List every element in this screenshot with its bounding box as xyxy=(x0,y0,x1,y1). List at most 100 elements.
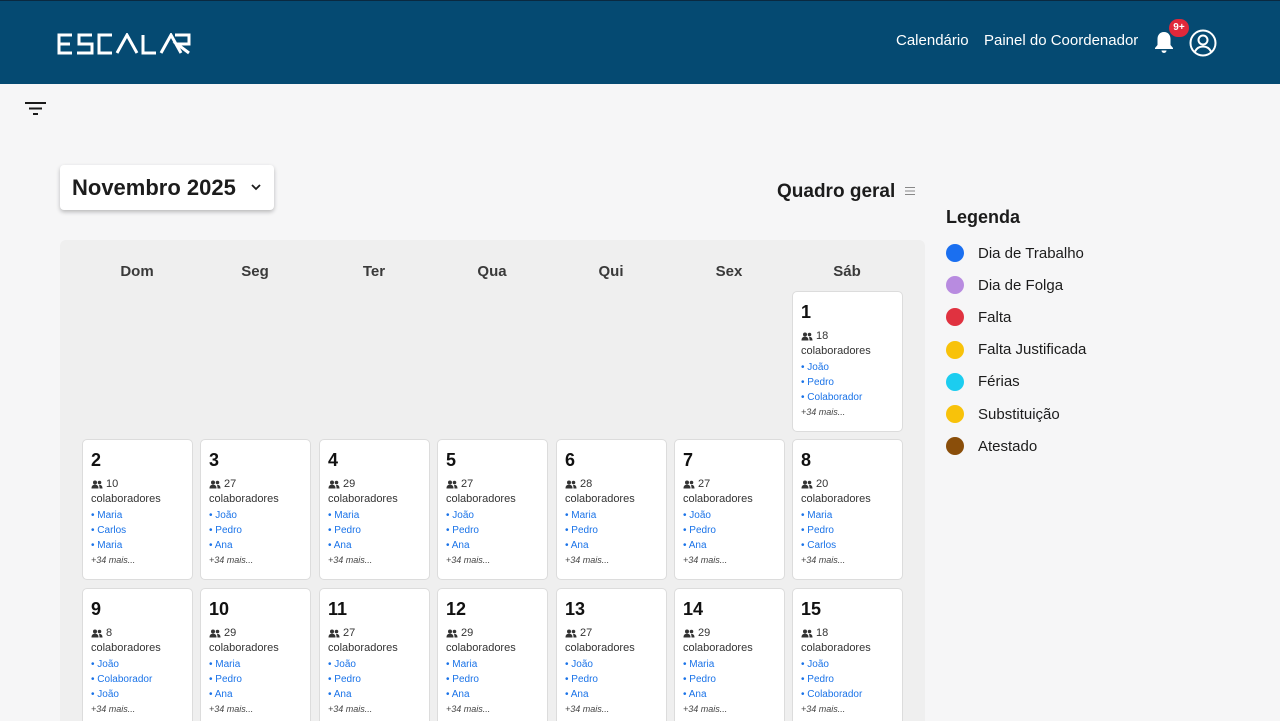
more-collaborators-link[interactable]: +34 mais... xyxy=(683,702,784,717)
escalar-logo[interactable] xyxy=(57,30,193,58)
legend-color-dot xyxy=(946,437,964,456)
collaborator-count: 27 xyxy=(209,476,310,492)
users-icon xyxy=(91,629,103,637)
collaborator-name[interactable]: Pedro xyxy=(209,672,310,687)
collaborator-name[interactable]: Pedro xyxy=(683,523,784,538)
more-collaborators-link[interactable]: +34 mais... xyxy=(801,702,902,717)
nav-painel-coordenador[interactable]: Painel do Coordenador xyxy=(984,32,1138,49)
day-number: 6 xyxy=(565,450,576,470)
collaborator-name[interactable]: Pedro xyxy=(446,523,547,538)
collaborator-name[interactable]: Pedro xyxy=(801,375,902,390)
day-cell[interactable]: 15 18 colaboradores JoãoPedroColaborador+34… xyxy=(792,588,903,721)
collaborator-name[interactable]: Maria xyxy=(446,657,547,672)
collaborator-name[interactable]: Ana xyxy=(209,538,310,553)
collaborator-name[interactable]: João xyxy=(801,360,902,375)
collaborator-name[interactable]: Ana xyxy=(683,687,784,702)
month-selector[interactable]: Novembro 2025 xyxy=(60,165,274,210)
more-collaborators-link[interactable]: +34 mais... xyxy=(91,702,192,717)
collaborator-name[interactable]: Ana xyxy=(446,687,547,702)
collaborator-name[interactable]: Ana xyxy=(209,687,310,702)
more-collaborators-link[interactable]: +34 mais... xyxy=(801,405,902,420)
day-cell[interactable]: 210colaboradoresMariaCarlosMaria+34 mais… xyxy=(82,439,193,580)
collaborator-name[interactable]: Maria xyxy=(683,657,784,672)
collaborator-name[interactable]: Pedro xyxy=(801,672,902,687)
collaborator-name[interactable]: Colaborador xyxy=(801,390,902,405)
more-collaborators-link[interactable]: +34 mais... xyxy=(565,553,666,568)
collaborator-count: 27 xyxy=(328,625,429,641)
collaborator-name[interactable]: Pedro xyxy=(565,672,666,687)
collaborator-name[interactable]: João xyxy=(801,657,902,672)
collaborator-name[interactable]: Ana xyxy=(328,687,429,702)
day-number: 10 xyxy=(209,599,230,619)
collaborator-name[interactable]: Ana xyxy=(683,538,784,553)
nav-calendario[interactable]: Calendário xyxy=(896,32,969,49)
more-collaborators-link[interactable]: +34 mais... xyxy=(91,553,192,568)
day-cell[interactable]: 14 29 colaboradores MariaPedroAna+34 mais..… xyxy=(674,588,785,721)
collaborator-name[interactable]: João xyxy=(91,657,192,672)
collaborator-name[interactable]: João xyxy=(683,508,784,523)
collaborator-name[interactable]: Maria xyxy=(209,657,310,672)
legend-item: Dia de Trabalho xyxy=(946,243,1084,263)
day-cell[interactable]: 13 27 colaboradores JoãoPedroAna+34 mais... xyxy=(556,588,667,721)
day-cell[interactable]: 98colaboradoresJoãoColaboradorJoão+34 ma… xyxy=(82,588,193,721)
collaborator-name[interactable]: Carlos xyxy=(91,523,192,538)
legend-label: Atestado xyxy=(978,437,1038,455)
collaborator-name[interactable]: Maria xyxy=(91,538,192,553)
collaborator-name[interactable]: Pedro xyxy=(328,672,429,687)
more-collaborators-link[interactable]: +34 mais... xyxy=(328,702,429,717)
collaborator-name[interactable]: João xyxy=(565,657,666,672)
collaborator-name[interactable]: Maria xyxy=(801,508,902,523)
day-cell[interactable]: 3 27 colaboradores JoãoPedroAna+34 mais... xyxy=(200,439,311,580)
collaborator-name[interactable]: Colaborador xyxy=(91,672,192,687)
collaborator-name[interactable]: João xyxy=(446,508,547,523)
filter-icon[interactable] xyxy=(25,101,46,116)
day-cell[interactable]: 8 20 colaboradores MariaPedroCarlos+34 mais… xyxy=(792,439,903,580)
day-cell[interactable]: 7 27 colaboradores JoãoPedroAna+34 mais... xyxy=(674,439,785,580)
collaborator-name[interactable]: Maria xyxy=(91,508,192,523)
day-cell[interactable]: 6 28 colaboradores MariaPedroAna+34 mais... xyxy=(556,439,667,580)
collaborator-name[interactable]: Pedro xyxy=(328,523,429,538)
collaborator-name[interactable]: Ana xyxy=(565,687,666,702)
day-cell[interactable]: 5 27 colaboradores JoãoPedroAna+34 mais... xyxy=(437,439,548,580)
day-cell[interactable]: 4 29 colaboradores MariaPedroAna+34 mais... xyxy=(319,439,430,580)
legend-color-dot xyxy=(946,308,964,327)
collaborator-name[interactable]: Pedro xyxy=(446,672,547,687)
day-cell[interactable]: 11 27 colaboradores JoãoPedroAna+34 mais... xyxy=(319,588,430,721)
collaborator-name[interactable]: Pedro xyxy=(683,672,784,687)
collaborator-count: 20 xyxy=(801,476,902,492)
view-menu-icon[interactable] xyxy=(905,186,915,196)
more-collaborators-link[interactable]: +34 mais... xyxy=(209,702,310,717)
more-collaborators-link[interactable]: +34 mais... xyxy=(209,553,310,568)
collaborator-name[interactable]: Maria xyxy=(328,508,429,523)
collaborator-name[interactable]: João xyxy=(91,687,192,702)
more-collaborators-link[interactable]: +34 mais... xyxy=(565,702,666,717)
collaborator-name[interactable]: Colaborador xyxy=(801,687,902,702)
collaborator-name[interactable]: Ana xyxy=(328,538,429,553)
more-collaborators-link[interactable]: +34 mais... xyxy=(446,553,547,568)
collaborator-name[interactable]: Carlos xyxy=(801,538,902,553)
more-collaborators-link[interactable]: +34 mais... xyxy=(446,702,547,717)
collaborator-name[interactable]: Pedro xyxy=(565,523,666,538)
users-icon xyxy=(209,629,221,637)
collaborator-name[interactable]: Pedro xyxy=(801,523,902,538)
collaborator-name[interactable]: João xyxy=(209,508,310,523)
collaborator-name[interactable]: Ana xyxy=(446,538,547,553)
collaborator-count-value: 27 xyxy=(224,478,237,490)
users-icon xyxy=(801,629,813,637)
collaborator-name[interactable]: Maria xyxy=(565,508,666,523)
collaborator-name[interactable]: João xyxy=(328,657,429,672)
collaborator-name[interactable]: Pedro xyxy=(209,523,310,538)
more-collaborators-link[interactable]: +34 mais... xyxy=(683,553,784,568)
more-collaborators-link[interactable]: +34 mais... xyxy=(328,553,429,568)
day-number: 13 xyxy=(565,599,586,619)
users-icon xyxy=(328,629,340,637)
day-cell[interactable]: 1 18 colaboradores JoãoPedroColaborador+34 … xyxy=(792,291,903,432)
user-circle-icon[interactable] xyxy=(1189,29,1217,57)
day-cell[interactable]: 10 29 colaboradores MariaPedroAna+34 mais..… xyxy=(200,588,311,721)
day-cell[interactable]: 12 29 colaboradores MariaPedroAna+34 mais..… xyxy=(437,588,548,721)
more-collaborators-link[interactable]: +34 mais... xyxy=(801,553,902,568)
notification-badge[interactable]: 9+ xyxy=(1169,19,1189,37)
collaborator-count: 29 xyxy=(209,625,310,641)
collaborator-name[interactable]: Ana xyxy=(565,538,666,553)
users-icon xyxy=(565,480,577,488)
